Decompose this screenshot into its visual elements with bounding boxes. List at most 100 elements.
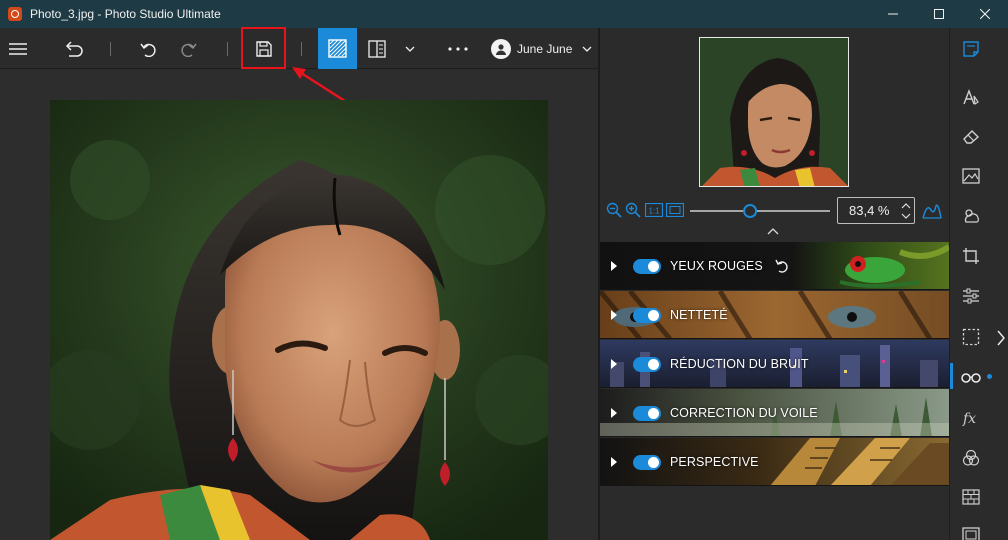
- svg-text:fx: fx: [962, 411, 976, 427]
- single-view-icon: [328, 39, 347, 58]
- retouch-tool[interactable]: [960, 366, 982, 388]
- active-indicator-dot: [987, 374, 992, 379]
- ellipsis-icon: [448, 46, 468, 51]
- app-logo-icon: [8, 7, 22, 21]
- adjustments-tool[interactable]: [960, 285, 982, 307]
- undo-button[interactable]: [136, 28, 160, 69]
- zoom-in-icon[interactable]: [625, 202, 641, 218]
- portrait-thumbnail: [700, 38, 848, 186]
- effect-header: NETTETÉ: [600, 291, 728, 338]
- tools-sidebar: fx: [949, 28, 1008, 540]
- effect-toggle[interactable]: [633, 356, 661, 372]
- zoom-out-icon[interactable]: [606, 202, 622, 218]
- zoom-percentage-input[interactable]: 83,4 %: [837, 197, 915, 224]
- text-style-tool[interactable]: [960, 86, 982, 108]
- weather-icon: [964, 209, 980, 223]
- compare-view-button[interactable]: [365, 28, 389, 69]
- chevron-down-icon: [405, 46, 415, 52]
- active-tool-indicator: [950, 363, 953, 389]
- toolbar-separator: [110, 42, 111, 56]
- user-account-button[interactable]: June June: [491, 28, 593, 69]
- effect-toggle[interactable]: [633, 307, 661, 323]
- zoom-value: 83,4 %: [849, 203, 890, 218]
- histogram-icon[interactable]: [922, 201, 942, 219]
- history-undo-icon: [65, 40, 83, 57]
- zoom-stepper-icon[interactable]: [901, 201, 911, 221]
- toolbar-separator: [301, 42, 302, 56]
- maximize-button[interactable]: [916, 0, 962, 28]
- fx-icon: fx: [962, 411, 976, 427]
- history-undo-button[interactable]: [62, 28, 86, 69]
- effect-label: PERSPECTIVE: [670, 455, 759, 469]
- texture-icon: [962, 489, 980, 505]
- selection-icon: [962, 328, 980, 346]
- redo-button[interactable]: [177, 28, 201, 69]
- effect-header: YEUX ROUGES: [600, 242, 789, 289]
- single-view-button[interactable]: [318, 28, 357, 69]
- effect-sharpness[interactable]: NETTETÉ: [600, 291, 949, 339]
- effect-toggle[interactable]: [633, 454, 661, 470]
- reset-icon[interactable]: [775, 259, 789, 273]
- compare-view-icon: [368, 39, 386, 58]
- main-photo[interactable]: [50, 100, 548, 540]
- weather-tool[interactable]: [960, 204, 982, 226]
- color-tool[interactable]: [960, 447, 982, 469]
- edit-tool[interactable]: [960, 38, 982, 60]
- menu-button[interactable]: [6, 28, 30, 69]
- effect-perspective[interactable]: PERSPECTIVE: [600, 438, 949, 486]
- window-controls: [870, 0, 1008, 28]
- view-options-dropdown[interactable]: [402, 28, 418, 69]
- user-name: June June: [517, 41, 573, 56]
- expand-caret-icon[interactable]: [611, 310, 617, 320]
- photo-studio-window: Photo_3.jpg - Photo Studio Ultimate June…: [0, 0, 1008, 540]
- maximize-icon: [934, 9, 944, 19]
- toolbar-separator: [227, 42, 228, 56]
- expand-caret-icon[interactable]: [611, 261, 617, 271]
- zoom-slider[interactable]: [690, 203, 830, 219]
- minimize-button[interactable]: [870, 0, 916, 28]
- effect-red-eye[interactable]: YEUX ROUGES: [600, 242, 949, 290]
- effect-label: RÉDUCTION DU BRUIT: [670, 357, 809, 371]
- texture-tool[interactable]: [960, 486, 982, 508]
- color-circles-icon: [962, 449, 980, 466]
- crop-tool[interactable]: [960, 245, 982, 267]
- svg-text:1:1: 1:1: [648, 207, 660, 216]
- effects-panel: 1:1 83,4 % YEUX ROUGES NETTETÉ RÉDUCTION…: [600, 28, 949, 540]
- navigator-thumbnail[interactable]: [699, 37, 849, 187]
- title-bar: Photo_3.jpg - Photo Studio Ultimate: [0, 0, 1008, 28]
- more-options-button[interactable]: [446, 28, 470, 69]
- effect-header: RÉDUCTION DU BRUIT: [600, 340, 809, 387]
- chevron-right-icon: [997, 330, 1005, 346]
- effect-haze-correction[interactable]: CORRECTION DU VOILE: [600, 389, 949, 437]
- actual-size-icon[interactable]: 1:1: [645, 203, 663, 217]
- fit-to-screen-icon[interactable]: [666, 203, 684, 217]
- effect-header: CORRECTION DU VOILE: [600, 389, 818, 436]
- effect-toggle[interactable]: [633, 258, 661, 274]
- collapse-navigator-icon[interactable]: [766, 226, 780, 238]
- main-toolbar: June June: [0, 28, 598, 69]
- expand-caret-icon[interactable]: [611, 359, 617, 369]
- frame-tool[interactable]: [960, 524, 982, 540]
- glasses-icon: [961, 373, 981, 383]
- hamburger-icon: [9, 42, 27, 55]
- minimize-icon: [888, 13, 898, 15]
- effect-noise-reduction[interactable]: RÉDUCTION DU BRUIT: [600, 340, 949, 388]
- close-button[interactable]: [962, 0, 1008, 28]
- landscape-icon: [962, 168, 980, 184]
- text-style-icon: [963, 89, 979, 106]
- expand-panel-button[interactable]: [993, 323, 1008, 353]
- image-canvas[interactable]: [0, 67, 598, 540]
- selection-tool[interactable]: [960, 326, 982, 348]
- zoom-slider-handle[interactable]: [743, 204, 758, 218]
- effect-header: PERSPECTIVE: [600, 438, 759, 485]
- save-button-highlight: [241, 27, 286, 69]
- user-icon: [496, 43, 506, 55]
- landscape-tool[interactable]: [960, 165, 982, 187]
- expand-caret-icon[interactable]: [611, 457, 617, 467]
- eraser-tool[interactable]: [960, 125, 982, 147]
- expand-caret-icon[interactable]: [611, 408, 617, 418]
- portrait-photo: [50, 100, 548, 540]
- effect-toggle[interactable]: [633, 405, 661, 421]
- effects-tool[interactable]: fx: [960, 407, 982, 429]
- window-title: Photo_3.jpg - Photo Studio Ultimate: [30, 7, 221, 21]
